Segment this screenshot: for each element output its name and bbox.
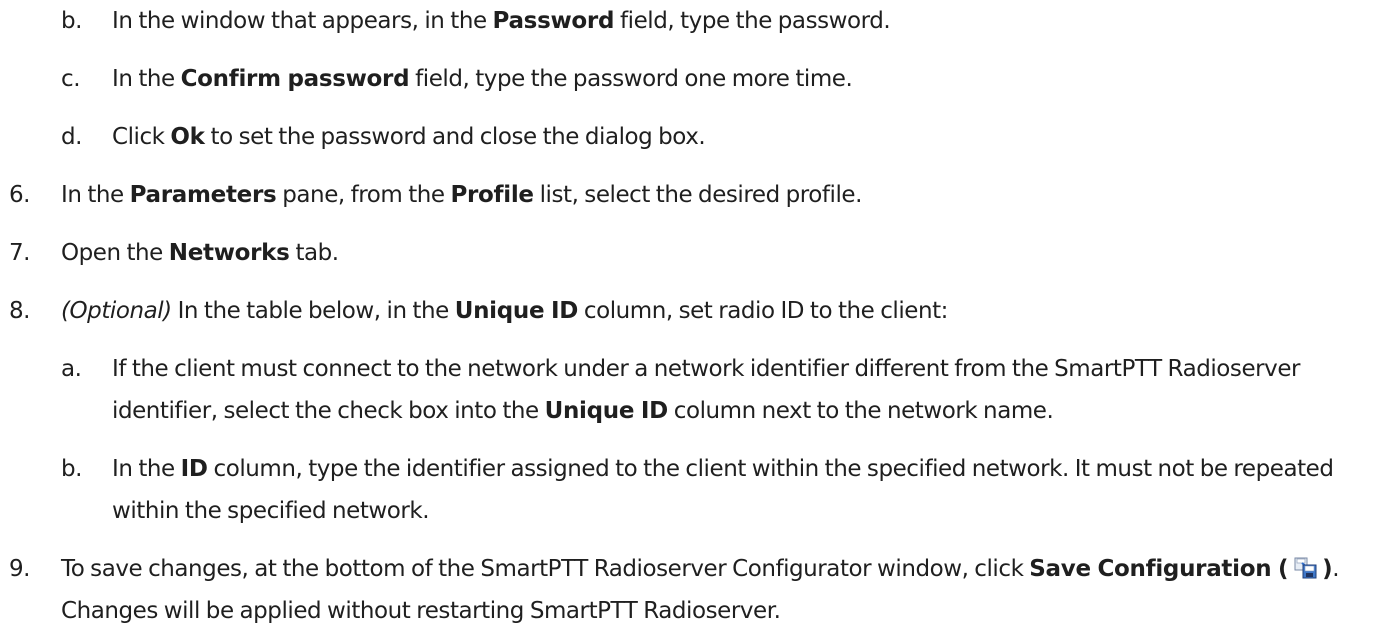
ui-term-confirm-password: Confirm password (180, 66, 410, 92)
step-text-plain: Click (112, 124, 171, 150)
step-marker: 9. (9, 556, 31, 582)
step-marker: d. (61, 124, 83, 150)
step-marker: 7. (9, 240, 31, 266)
step-text-plain: column, set radio ID to the client: (578, 298, 949, 324)
ui-term-unique-id: Unique ID (544, 398, 669, 424)
step-text-plain: tab. (289, 240, 339, 266)
step-text-plain: pane, from the (276, 182, 451, 208)
step-text-plain: In the (61, 182, 130, 208)
step-text-plain: In the window that appears, in the (112, 8, 493, 34)
step-marker: b. (61, 8, 83, 34)
ui-term-ok: Ok (170, 124, 205, 150)
ui-term-unique-id: Unique ID (454, 298, 579, 324)
step-text-plain: In the (112, 456, 181, 482)
step-text-plain: list, select the desired profile. (533, 182, 863, 208)
ui-term-id: ID (180, 456, 208, 482)
step-text: (Optional) In the table below, in the Un… (61, 290, 1382, 332)
step-text: In the Parameters pane, from the Profile… (61, 174, 1382, 216)
step-text-plain: In the table below, in the (171, 298, 455, 324)
step-text-plain: to set the password and close the dialog… (204, 124, 706, 150)
step-text: In the ID column, type the identifier as… (112, 448, 1382, 532)
step-text: Open the Networks tab. (61, 232, 1382, 274)
ui-term-profile: Profile (450, 182, 534, 208)
step-text-plain: To save changes, at the bottom of the Sm… (61, 556, 1030, 582)
step-marker: 8. (9, 298, 31, 324)
step-marker: a. (61, 356, 82, 382)
step-text: Click Ok to set the password and close t… (112, 116, 1382, 158)
step-text-plain: column, type the identifier assigned to … (112, 456, 1334, 524)
step-text: In the Confirm password field, type the … (112, 58, 1382, 100)
step-marker: b. (61, 456, 83, 482)
step-text: In the window that appears, in the Passw… (112, 0, 1382, 42)
step-text-plain: column next to the network name. (667, 398, 1054, 424)
step-marker: 6. (9, 182, 31, 208)
ui-term-save-configuration: Save Configuration ( (1029, 556, 1289, 582)
step-text-plain: Open the (61, 240, 169, 266)
ui-term-networks: Networks (168, 240, 290, 266)
step-text-plain: field, type the password one more time. (409, 66, 853, 92)
step-text-plain: field, type the password. (614, 8, 891, 34)
save-configuration-icon (1294, 557, 1318, 579)
step-text: To save changes, at the bottom of the Sm… (61, 548, 1382, 632)
ui-term-password: Password (492, 8, 615, 34)
optional-label: (Optional) (61, 298, 172, 324)
ui-term-save-configuration-close: ) (1322, 556, 1333, 582)
ui-term-parameters: Parameters (129, 182, 277, 208)
step-marker: c. (61, 66, 81, 92)
step-text-plain: In the (112, 66, 181, 92)
step-text: If the client must connect to the networ… (112, 348, 1382, 432)
